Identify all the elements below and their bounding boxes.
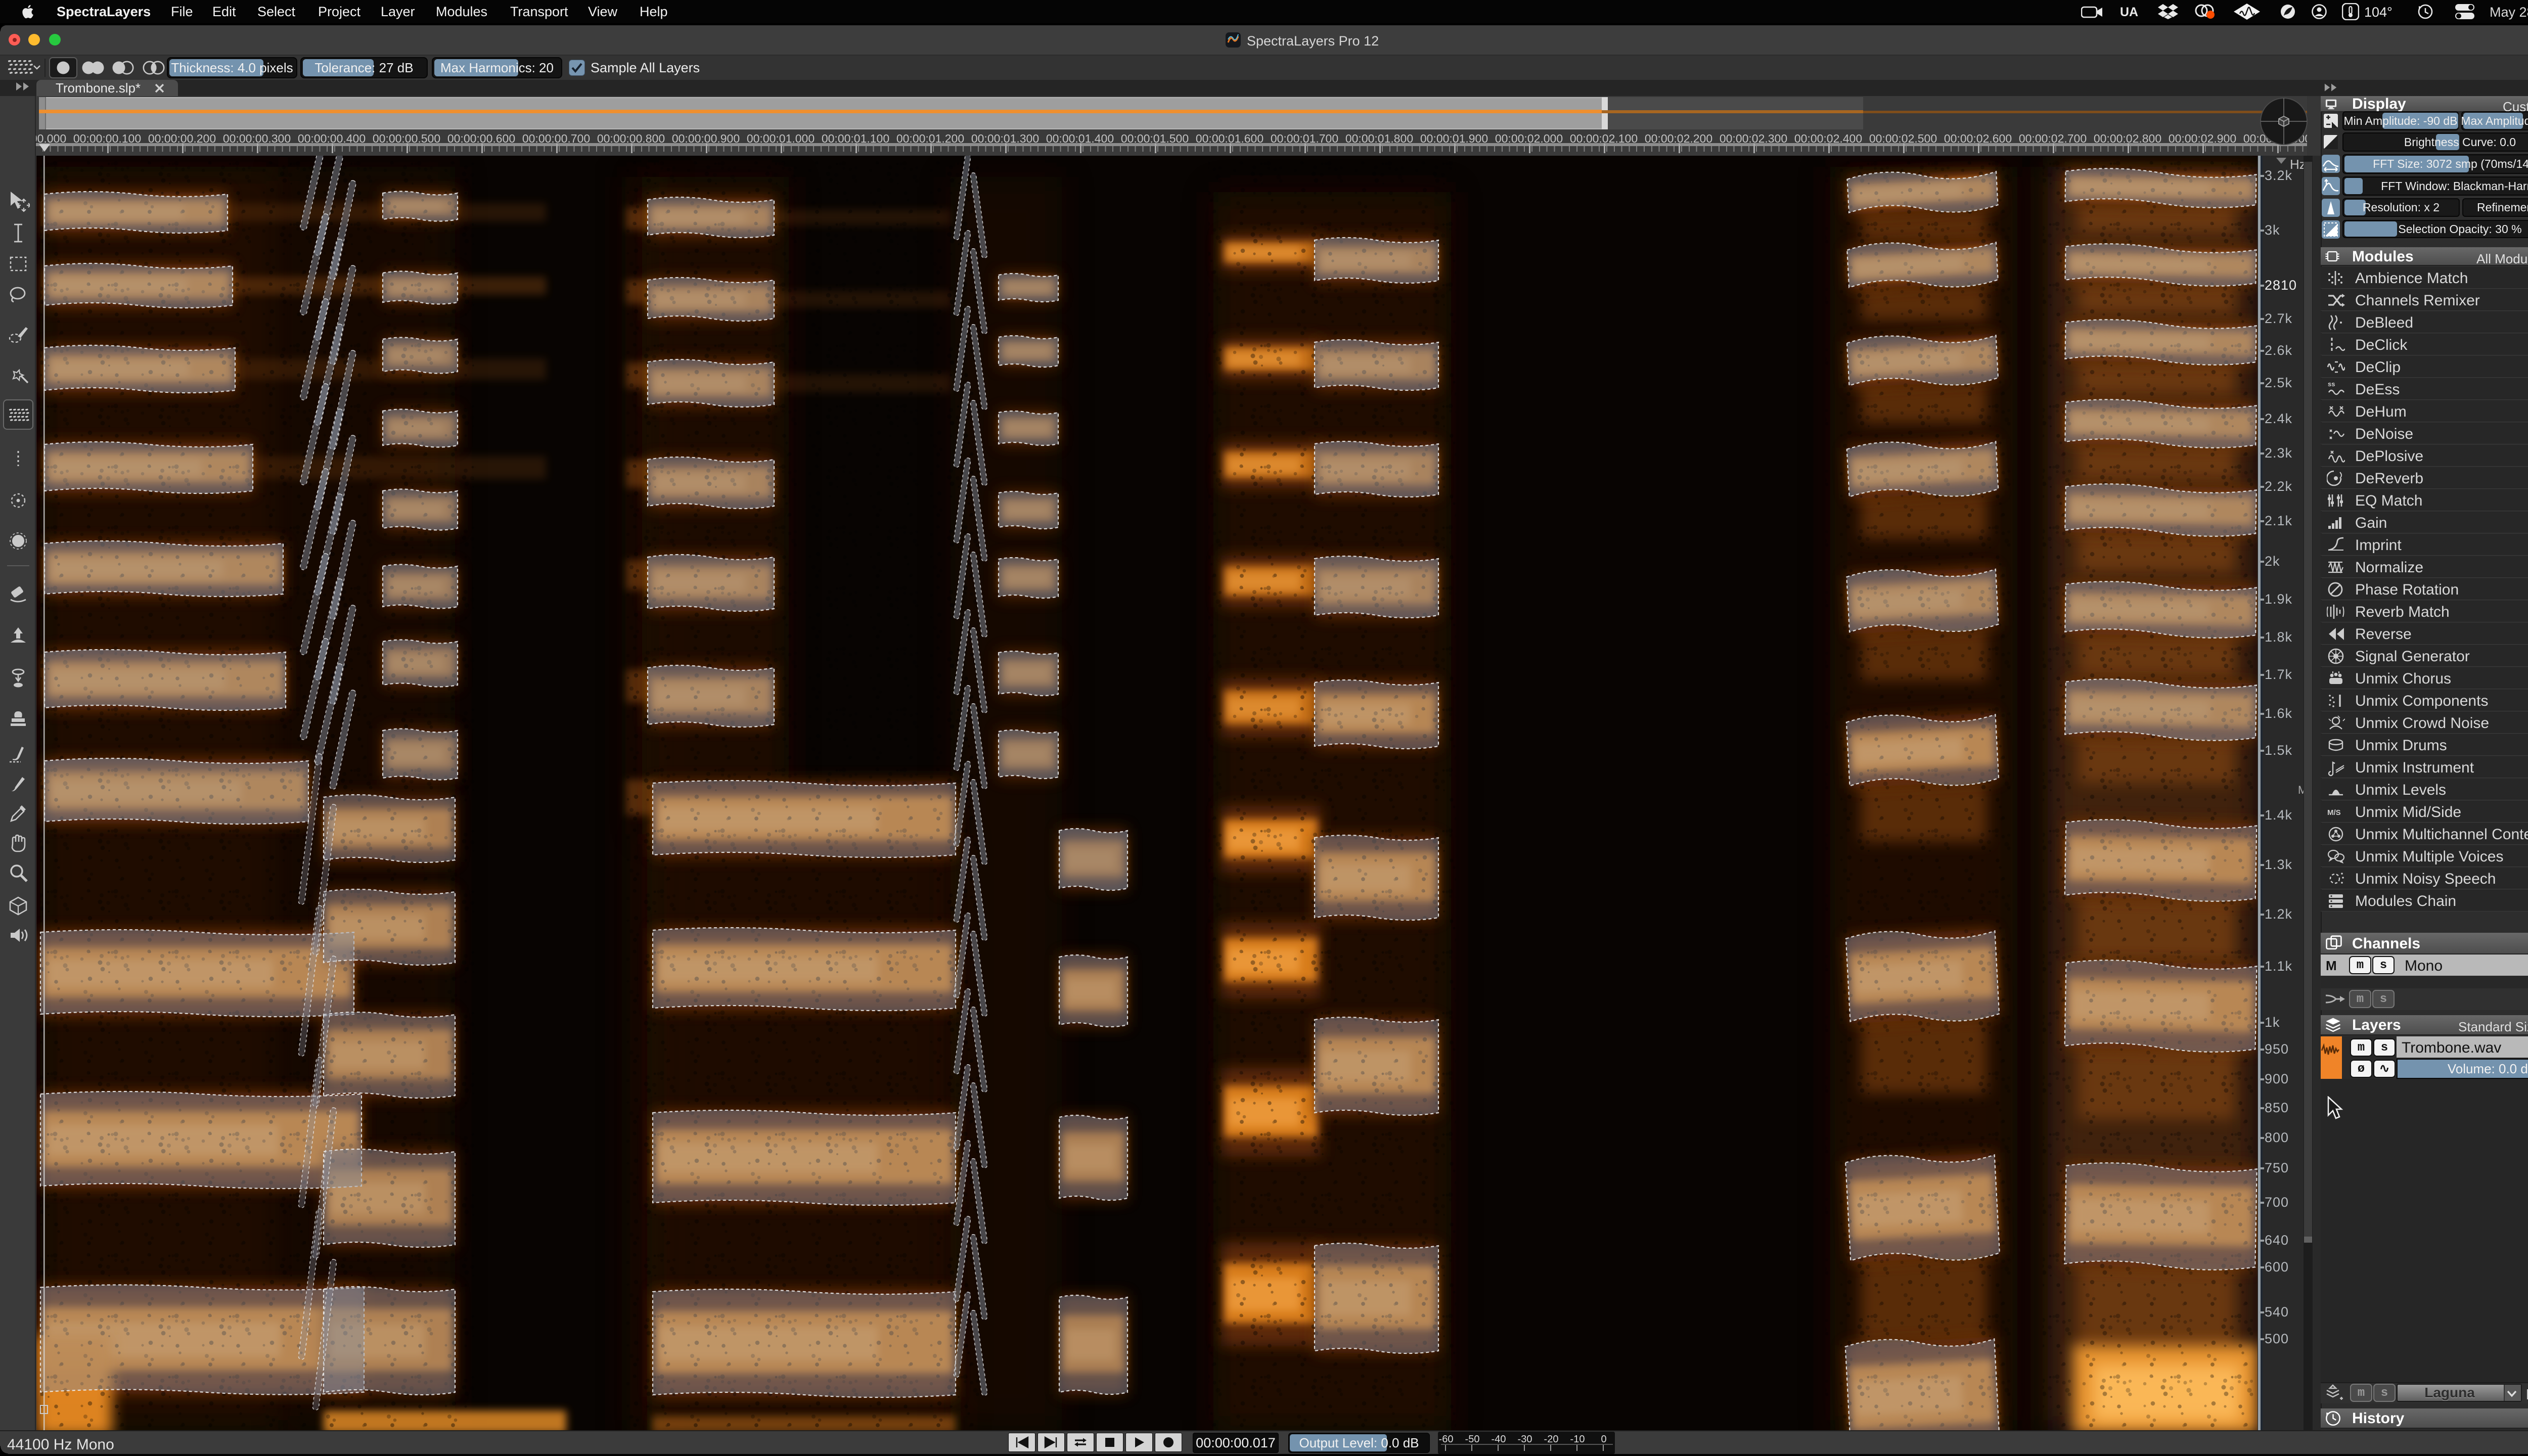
svg-text:ss: ss xyxy=(2328,380,2335,388)
svg-text:M/S: M/S xyxy=(2327,808,2341,817)
